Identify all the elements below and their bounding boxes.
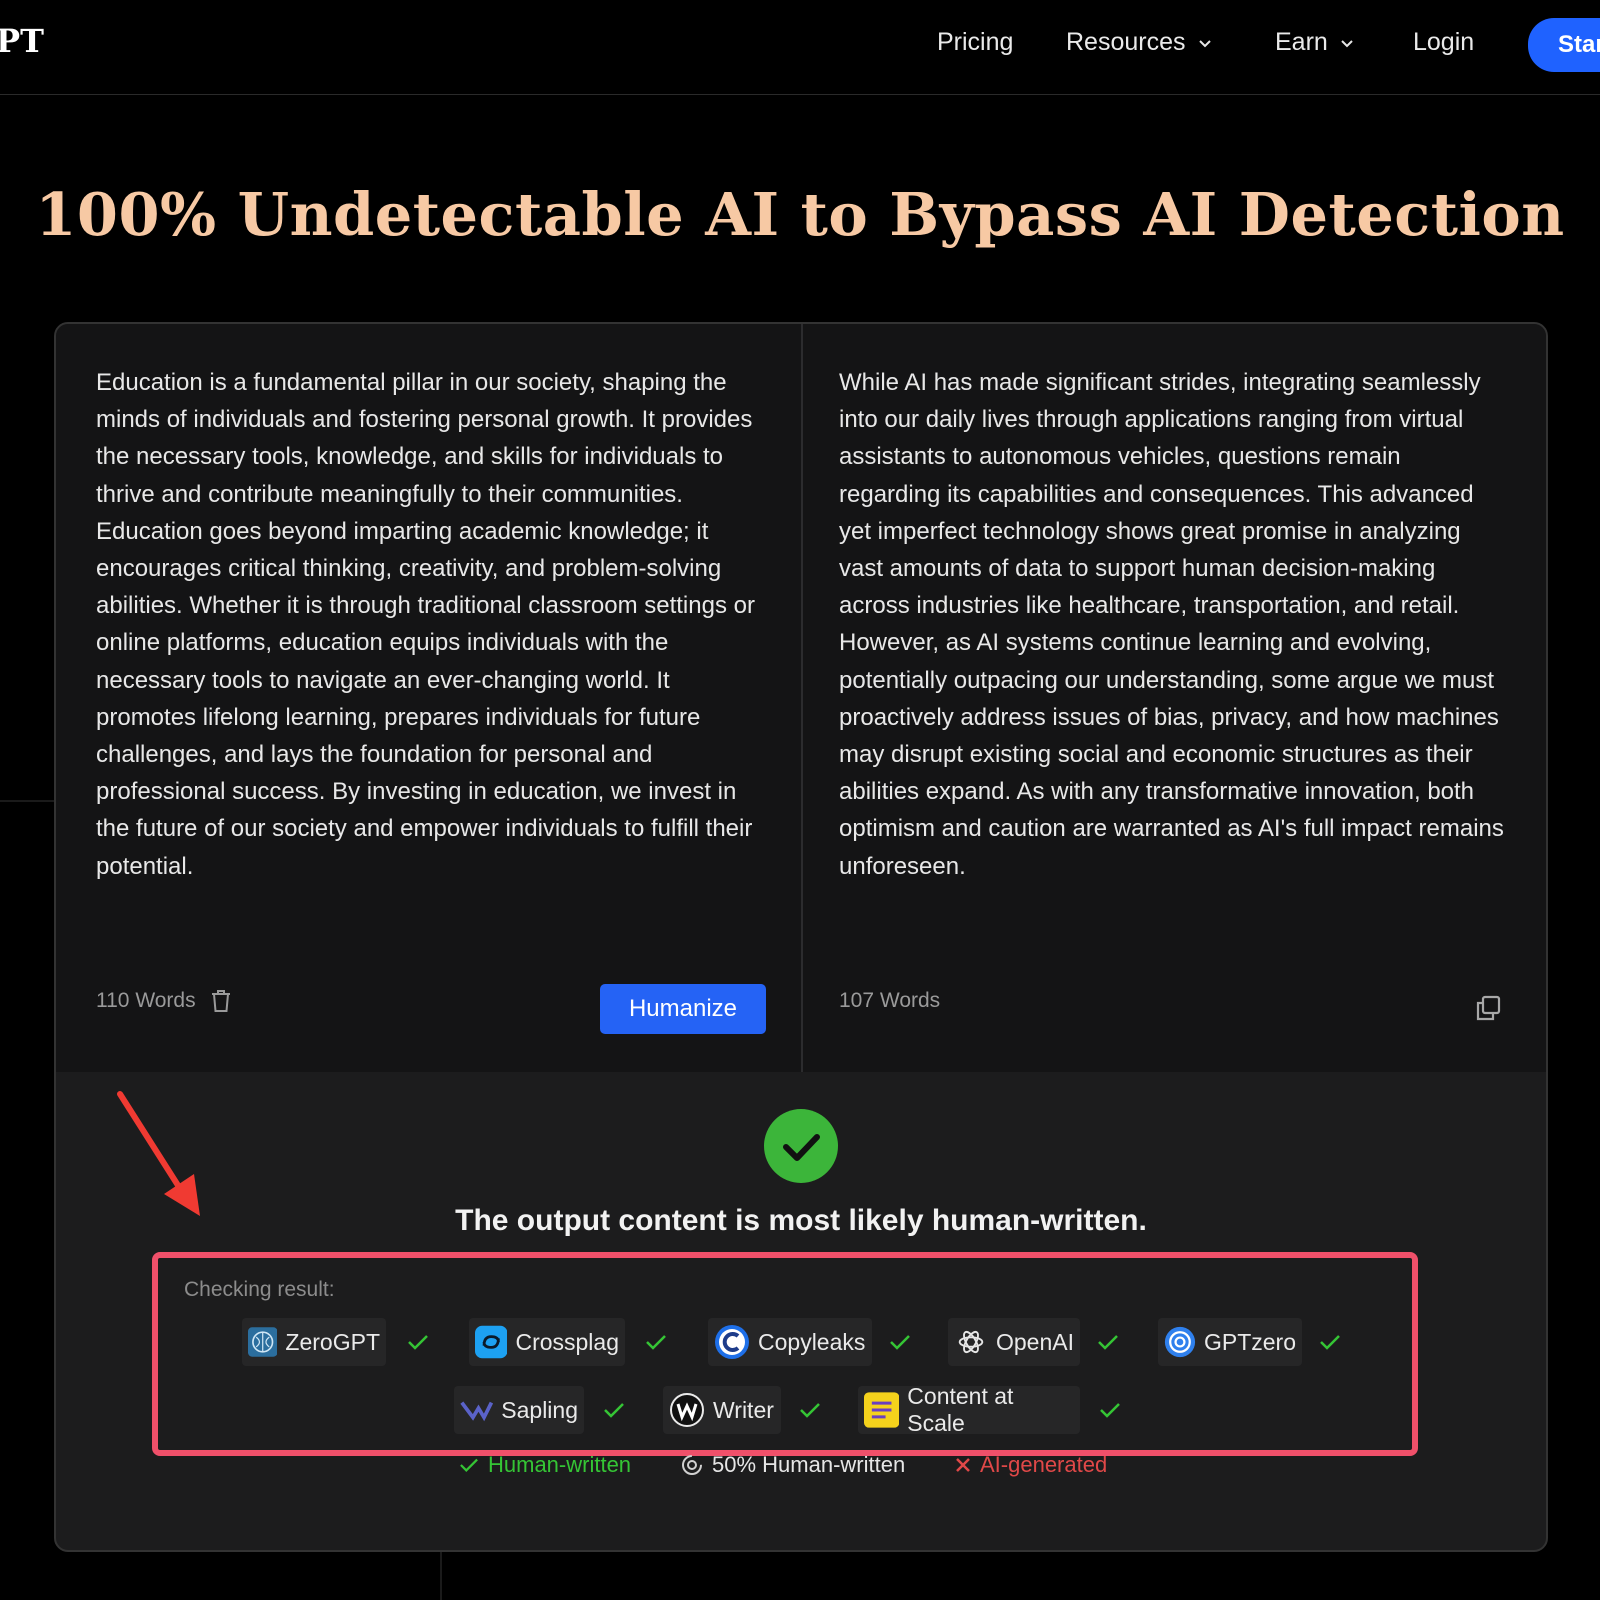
detector-gptzero: GPTzero: [1158, 1318, 1302, 1366]
input-text-area[interactable]: Education is a fundamental pillar in our…: [96, 364, 766, 885]
half-circle-icon: [682, 1455, 702, 1475]
content-at-scale-icon: [864, 1392, 900, 1428]
detector-content-at-scale: Content at Scale: [858, 1383, 1080, 1436]
check-icon: [646, 1335, 666, 1350]
checking-result-box: Checking result: ZeroGPT Crossplag Copyl…: [152, 1252, 1418, 1456]
input-word-count: 110 Words: [96, 989, 232, 1013]
detector-name: Writer: [713, 1396, 774, 1423]
checking-result-label: Checking result:: [184, 1278, 335, 1301]
annotation-arrow-icon: [117, 1091, 200, 1216]
chevron-down-icon: [1198, 39, 1211, 47]
detector-crossplag: Crossplag: [469, 1318, 625, 1366]
legend-human-label: Human-written: [488, 1452, 632, 1477]
gptzero-icon: [1164, 1326, 1196, 1358]
page-title: 100% Undetectable AI to Bypass AI Detect…: [35, 180, 1565, 249]
humanizer-card: Education is a fundamental pillar in our…: [54, 322, 1548, 1552]
nav-earn[interactable]: Earn: [1275, 28, 1354, 57]
openai-icon: [958, 1330, 984, 1354]
detector-copyleaks: Copyleaks: [708, 1318, 872, 1366]
site-logo[interactable]: PT: [0, 22, 44, 60]
detector-name: Content at Scale: [907, 1383, 1014, 1436]
background-line: [440, 1552, 442, 1600]
check-icon: [800, 1403, 820, 1418]
legend-human-written: Human-written: [458, 1452, 631, 1478]
zerogpt-icon: [248, 1327, 278, 1357]
detector-name: Crossplag: [515, 1328, 619, 1355]
legend-ai-label: AI-generated: [980, 1452, 1108, 1477]
detector-sapling: Sapling: [454, 1386, 584, 1434]
nav-login-label: Login: [1413, 28, 1475, 56]
copy-icon[interactable]: [1474, 994, 1502, 1022]
chevron-down-icon: [1341, 39, 1353, 47]
nav-pricing[interactable]: Pricing: [937, 28, 1013, 57]
nav-pricing-label: Pricing: [937, 28, 1014, 56]
background-line: [0, 800, 54, 802]
detector-openai: OpenAI: [948, 1318, 1080, 1366]
check-icon: [604, 1403, 624, 1418]
check-icon: [1098, 1335, 1118, 1350]
humanize-button[interactable]: Humanize: [600, 984, 766, 1034]
nav-login[interactable]: Login: [1413, 28, 1474, 57]
legend-ai-generated: AI-generated: [954, 1452, 1107, 1478]
success-check-icon: [764, 1109, 838, 1183]
result-headline: The output content is most likely human-…: [455, 1204, 1147, 1237]
check-icon: [890, 1335, 910, 1350]
check-icon: [408, 1335, 428, 1350]
detector-name: OpenAI: [996, 1328, 1074, 1355]
nav-resources[interactable]: Resources: [1066, 28, 1212, 57]
output-word-count-label: 107 Words: [839, 989, 941, 1012]
editor-panels: Education is a fundamental pillar in our…: [56, 324, 1546, 1072]
output-word-count: 107 Words: [839, 989, 940, 1013]
writer-icon: [670, 1393, 704, 1427]
crossplag-icon: [475, 1325, 508, 1359]
input-word-count-label: 110 Words: [96, 989, 196, 1012]
legend-half-label: 50% Human-written: [712, 1452, 906, 1477]
copyleaks-icon: [715, 1325, 749, 1359]
nav-earn-label: Earn: [1275, 28, 1328, 56]
check-icon: [1320, 1335, 1340, 1350]
top-navbar: PT Pricing Resources Earn Login Star: [0, 0, 1600, 95]
output-text-area[interactable]: While AI has made significant strides, i…: [839, 364, 1507, 885]
check-icon: [460, 1458, 478, 1472]
x-icon: [956, 1458, 970, 1472]
legend-half-human: 50% Human-written: [680, 1452, 905, 1478]
check-icon: [1100, 1403, 1120, 1418]
detector-writer: Writer: [663, 1386, 781, 1434]
trash-icon[interactable]: [210, 989, 232, 1013]
detector-name: ZeroGPT: [285, 1328, 380, 1355]
panel-divider: [801, 324, 803, 1072]
start-button[interactable]: Star: [1528, 18, 1600, 72]
detector-name: Sapling: [501, 1396, 578, 1423]
detector-zerogpt: ZeroGPT: [242, 1318, 386, 1366]
sapling-icon: [460, 1401, 494, 1422]
detector-name: Copyleaks: [758, 1328, 866, 1355]
detector-name: GPTzero: [1203, 1328, 1296, 1355]
nav-resources-label: Resources: [1066, 28, 1186, 56]
